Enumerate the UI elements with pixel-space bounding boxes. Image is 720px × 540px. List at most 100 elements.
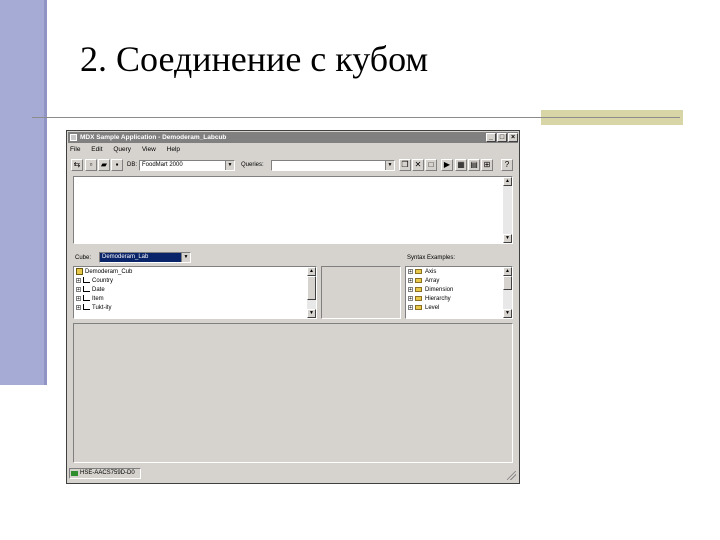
syntax-item[interactable]: + Hierarchy — [408, 295, 451, 303]
scroll-up-icon[interactable]: ▲ — [503, 267, 512, 276]
syntax-item-label: Level — [425, 305, 440, 311]
tree-item-label: Tukt-ity — [92, 305, 112, 311]
syntax-item-label: Array — [425, 278, 440, 284]
expand-icon[interactable]: + — [408, 277, 413, 283]
scroll-up-icon[interactable]: ▲ — [503, 177, 512, 186]
menu-edit[interactable]: Edit — [91, 146, 102, 153]
syntax-item[interactable]: + Level — [408, 304, 439, 312]
tree-item-label: Country — [92, 278, 114, 284]
close-button[interactable]: × — [508, 133, 518, 142]
member-pane — [321, 266, 401, 319]
query-scrollbar[interactable]: ▲ ▼ — [503, 177, 512, 243]
cube-icon — [76, 268, 83, 275]
chart-view-icon[interactable]: ▤ — [468, 159, 480, 171]
save-icon[interactable]: ▪ — [111, 159, 123, 171]
menu-bar: File Edit Query View Help — [70, 145, 189, 155]
clear-icon[interactable]: □ — [425, 159, 437, 171]
menu-file[interactable]: File — [70, 146, 80, 153]
window-title-bar[interactable]: MDX Sample Application - Demoderam_Labcu… — [68, 132, 518, 143]
tree-item[interactable]: + Country — [76, 277, 113, 285]
syntax-item[interactable]: + Dimension — [408, 286, 453, 294]
menu-view[interactable]: View — [142, 146, 156, 153]
expand-icon[interactable]: + — [76, 304, 81, 310]
network-icon — [71, 471, 78, 476]
db-label: DB: — [127, 162, 138, 168]
scroll-down-icon[interactable]: ▼ — [307, 309, 316, 318]
metadata-tree: Demoderam_Cub + Country + Date + Item + Tukt… — [73, 266, 317, 319]
tree-item[interactable]: + Tukt-ity — [76, 304, 111, 312]
expand-icon[interactable]: + — [76, 286, 81, 292]
chevron-down-icon[interactable]: ▼ — [181, 253, 190, 262]
menu-query[interactable]: Query — [113, 146, 131, 153]
expand-icon[interactable]: + — [408, 304, 413, 310]
dimension-icon — [83, 304, 90, 311]
expand-icon[interactable]: + — [76, 277, 81, 283]
folder-icon — [415, 268, 422, 274]
tree-item-label: Date — [92, 287, 105, 293]
expand-icon[interactable]: + — [408, 286, 413, 292]
tree-item[interactable]: + Date — [76, 286, 105, 294]
slide-title: 2. Соединение с кубом — [80, 39, 429, 79]
scroll-down-icon[interactable]: ▼ — [503, 234, 512, 243]
status-bar: HSE-AACS759D-D0 — [69, 467, 517, 481]
folder-icon — [415, 295, 422, 301]
queries-label: Queries: — [241, 162, 264, 168]
db-select[interactable]: FoodMart 2000 ▼ — [139, 160, 235, 171]
run-icon[interactable]: ▶ — [441, 159, 453, 171]
help-icon[interactable]: ? — [501, 159, 513, 171]
slide-side-band — [0, 0, 47, 385]
db-select-value: FoodMart 2000 — [142, 162, 183, 168]
app-window: MDX Sample Application - Demoderam_Labcu… — [66, 130, 520, 484]
minimize-button[interactable]: _ — [486, 133, 496, 142]
expand-icon[interactable]: + — [76, 295, 81, 301]
tree-root[interactable]: Demoderam_Cub — [76, 268, 132, 276]
syntax-item-label: Dimension — [425, 287, 454, 293]
expand-icon[interactable]: + — [408, 268, 413, 274]
tree-item-label: Item — [92, 296, 104, 302]
dimension-icon — [83, 277, 90, 284]
tree-item[interactable]: + Item — [76, 295, 104, 303]
chevron-down-icon[interactable]: ▼ — [385, 161, 394, 170]
queries-select[interactable]: ▼ — [271, 160, 395, 171]
syntax-label: Syntax Examples: — [407, 255, 456, 261]
syntax-item[interactable]: + Array — [408, 277, 439, 285]
folder-icon — [415, 277, 422, 283]
status-connection: HSE-AACS759D-D0 — [69, 468, 141, 479]
cube-select-value: Demoderam_Lab — [102, 254, 149, 260]
delete-icon[interactable]: ✕ — [412, 159, 424, 171]
window-title: MDX Sample Application - Demoderam_Labcu… — [80, 134, 227, 141]
new-query-icon[interactable]: ▫ — [85, 159, 97, 171]
chevron-down-icon[interactable]: ▼ — [225, 161, 234, 170]
connect-button[interactable]: ⇆ — [71, 159, 83, 171]
title-divider — [32, 117, 680, 118]
status-text: HSE-AACS759D-D0 — [80, 470, 135, 476]
grid-view-icon[interactable]: ▦ — [455, 159, 467, 171]
syntax-item-label: Axis — [425, 269, 437, 275]
syntax-item-label: Hierarchy — [425, 296, 451, 302]
open-folder-icon[interactable]: ▰ — [98, 159, 110, 171]
app-icon — [70, 134, 77, 141]
resize-grip[interactable] — [507, 471, 516, 480]
syntax-tree: + Axis + Array + Dimension + Hierarchy + Leve… — [405, 266, 513, 319]
results-grid[interactable] — [73, 323, 513, 463]
maximize-button[interactable]: □ — [497, 133, 507, 142]
scroll-down-icon[interactable]: ▼ — [503, 309, 512, 318]
scroll-thumb[interactable] — [503, 276, 512, 290]
scroll-up-icon[interactable]: ▲ — [307, 267, 316, 276]
cube-select[interactable]: Demoderam_Lab ▼ — [99, 252, 191, 263]
copy-icon[interactable]: ❐ — [399, 159, 411, 171]
scroll-thumb[interactable] — [307, 276, 316, 300]
folder-icon — [415, 286, 422, 292]
toolbar: ⇆ ▫ ▰ ▪ DB: FoodMart 2000 ▼ Queries: ▼ ❐… — [69, 157, 517, 173]
syntax-scrollbar[interactable]: ▲ ▼ — [503, 267, 512, 318]
cube-label: Cube: — [75, 255, 92, 261]
query-editor[interactable]: ▲ ▼ — [73, 176, 513, 244]
tree-root-label: Demoderam_Cub — [85, 269, 133, 276]
folder-icon — [415, 304, 422, 310]
expand-icon[interactable]: + — [408, 295, 413, 301]
menu-help[interactable]: Help — [167, 146, 180, 153]
syntax-item[interactable]: + Axis — [408, 268, 436, 276]
table-view-icon[interactable]: ⊞ — [481, 159, 493, 171]
dimension-icon — [83, 286, 90, 293]
tree-scrollbar[interactable]: ▲ ▼ — [307, 267, 316, 318]
